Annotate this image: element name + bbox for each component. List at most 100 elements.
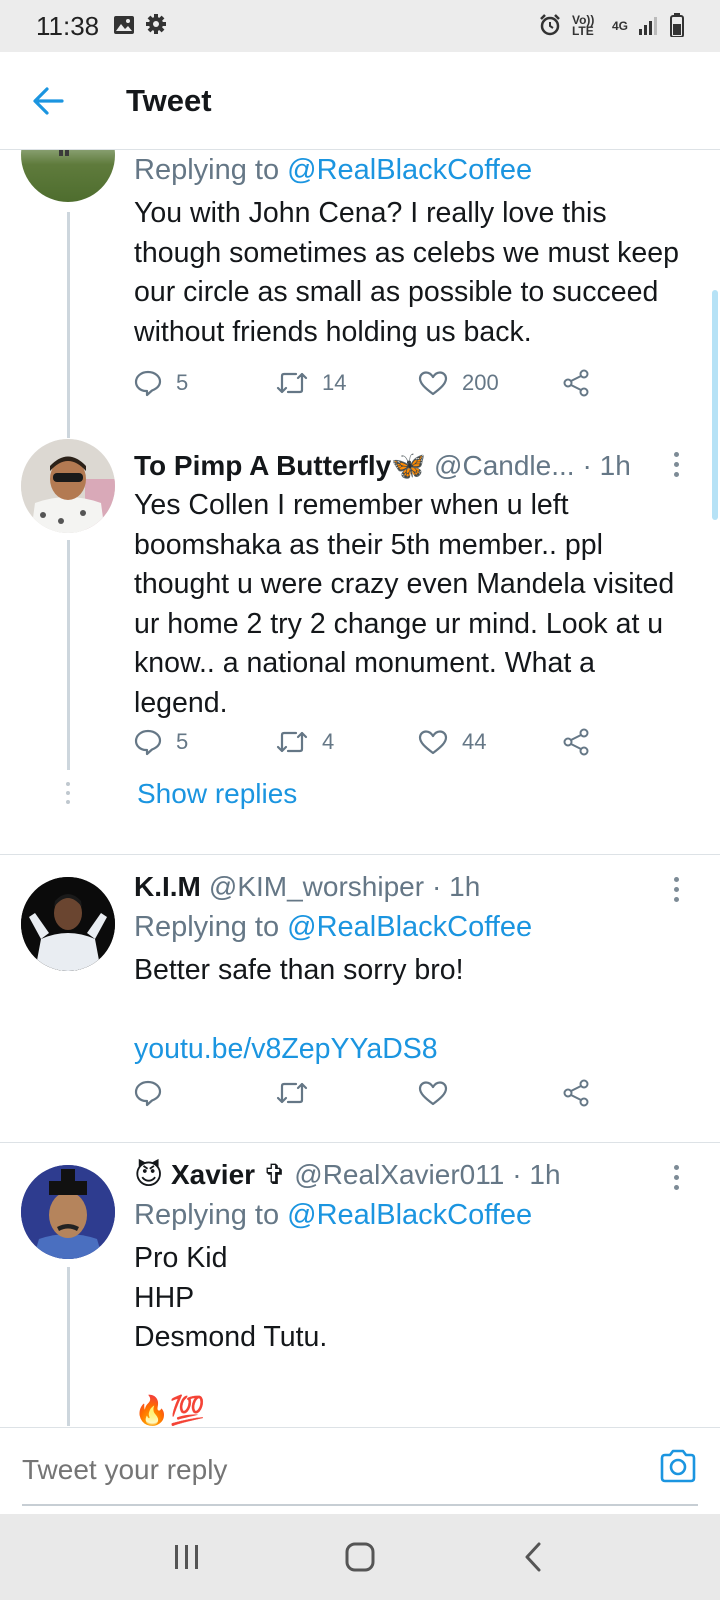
tweet-item[interactable]: K.I.M @KIM_worshiper · 1h Replying to @R…	[0, 855, 720, 1140]
reply-icon	[134, 1080, 162, 1107]
reply-underline	[22, 1504, 698, 1506]
tweet-actions: 5 4 44	[134, 722, 614, 762]
tweet-time: · 1h	[432, 871, 481, 902]
like-count: 44	[462, 729, 487, 754]
gear-icon	[145, 11, 167, 42]
share-button[interactable]	[562, 363, 590, 403]
display-name[interactable]: K.I.M	[134, 867, 201, 907]
app-header: Tweet	[0, 52, 720, 150]
user-handle[interactable]: @Candle...	[434, 446, 575, 486]
tweet-text: Pro Kid HHP Desmond Tutu.	[134, 1242, 328, 1353]
show-replies-link[interactable]: Show replies	[137, 778, 297, 810]
share-icon	[563, 369, 589, 397]
scrollbar[interactable]	[712, 290, 718, 520]
retweet-button[interactable]	[276, 1073, 308, 1113]
reply-button[interactable]	[134, 1073, 162, 1113]
share-icon	[563, 728, 589, 756]
display-name[interactable]: 😈 Xavier ✞	[134, 1155, 286, 1195]
reply-icon	[134, 370, 162, 397]
camera-button[interactable]	[654, 1442, 702, 1490]
reply-count: 5	[176, 370, 189, 395]
back-nav-button[interactable]	[503, 1527, 563, 1587]
reply-button[interactable]: 5	[134, 722, 188, 762]
like-icon	[418, 730, 448, 755]
like-button[interactable]: 44	[418, 722, 486, 762]
replying-to: Replying to @RealBlackCoffee	[134, 911, 533, 943]
tweet-header: K.I.M @KIM_worshiper · 1h	[134, 867, 690, 907]
more-options-button[interactable]	[664, 869, 688, 909]
mention-link[interactable]: @RealBlackCoffee	[287, 154, 532, 186]
gallery-icon	[113, 11, 135, 42]
retweet-button[interactable]: 4	[276, 722, 334, 762]
mention-link[interactable]: @RealBlackCoffee	[287, 1199, 532, 1231]
replying-to: Replying to @RealBlackCoffee	[134, 1199, 533, 1231]
camera-icon	[660, 1449, 696, 1483]
status-time: 11:38	[36, 10, 100, 41]
share-button[interactable]	[562, 722, 590, 762]
home-icon	[345, 1542, 375, 1572]
recents-icon	[174, 1545, 198, 1569]
more-options-button[interactable]	[664, 444, 688, 484]
avatar[interactable]	[21, 877, 115, 971]
retweet-count: 14	[322, 370, 347, 395]
tweet-actions	[134, 1073, 614, 1113]
like-button[interactable]	[418, 1073, 448, 1113]
more-icon	[673, 451, 679, 457]
like-icon	[418, 371, 448, 396]
network-label: 4G	[611, 19, 628, 33]
more-options-button[interactable]	[664, 1157, 688, 1197]
retweet-icon	[276, 1082, 308, 1104]
back-button[interactable]	[0, 52, 100, 150]
tweet-emoji-partial: 🔥💯	[134, 1394, 205, 1427]
share-button[interactable]	[562, 1073, 590, 1113]
like-icon	[418, 1081, 448, 1106]
like-button[interactable]: 200	[418, 363, 499, 403]
thread-line	[67, 212, 70, 430]
like-count: 200	[462, 370, 499, 395]
retweet-count: 4	[322, 729, 335, 754]
user-handle[interactable]: @KIM_worshiper	[209, 867, 424, 907]
reply-input[interactable]	[22, 1428, 662, 1512]
tweet-item[interactable]: Replying to @RealBlackCoffee You with Jo…	[0, 150, 720, 430]
back-icon	[525, 1542, 541, 1572]
replying-to: Replying to @RealBlackCoffee	[134, 154, 533, 186]
avatar[interactable]	[21, 439, 115, 533]
tweet-header: To Pimp A Butterfly🦋 @Candle... · 1h	[134, 446, 690, 486]
retweet-button[interactable]: 14	[276, 363, 346, 403]
battery-icon	[670, 12, 684, 40]
page-title: Tweet	[126, 82, 212, 118]
back-arrow-icon	[33, 86, 64, 115]
mention-link[interactable]: @RealBlackCoffee	[287, 911, 532, 943]
display-name[interactable]: To Pimp A Butterfly🦋	[134, 446, 426, 486]
retweet-icon	[276, 731, 308, 753]
reply-feed[interactable]: Replying to @RealBlackCoffee You with Jo…	[0, 150, 720, 1426]
avatar[interactable]	[21, 1165, 115, 1259]
tweet-text: Better safe than sorry bro!	[134, 954, 464, 986]
tweet-header: 😈 Xavier ✞ @RealXavier011 · 1h	[134, 1155, 690, 1195]
more-icon	[673, 1164, 679, 1170]
thread-line	[67, 1267, 70, 1426]
tweet-link[interactable]: youtu.be/v8ZepYYaDS8	[134, 1029, 690, 1069]
tweet-text: You with John Cena? I really love this t…	[134, 197, 679, 348]
thread-more-dots	[66, 782, 70, 809]
recents-button[interactable]	[157, 1527, 217, 1587]
more-icon	[673, 876, 679, 882]
tweet-item[interactable]: To Pimp A Butterfly🦋 @Candle... · 1h Yes…	[0, 420, 720, 840]
tweet-time: · 1h	[582, 450, 631, 481]
volte-label: Vo)) LTE	[571, 13, 595, 38]
user-handle[interactable]: @RealXavier011	[294, 1155, 504, 1195]
avatar[interactable]	[21, 150, 115, 202]
thread-line	[67, 540, 70, 770]
tweet-time: · 1h	[512, 1159, 561, 1190]
tweet-item[interactable]: 😈 Xavier ✞ @RealXavier011 · 1h Replying …	[0, 1143, 720, 1426]
tweet-actions: 5 14 200	[134, 363, 614, 403]
home-button[interactable]	[330, 1527, 390, 1587]
reply-icon	[134, 729, 162, 756]
reply-button[interactable]: 5	[134, 363, 188, 403]
thread-line	[67, 420, 70, 438]
system-nav-bar	[0, 1514, 720, 1600]
status-bar: 11:38 Vo)) LTE 4G	[0, 0, 720, 52]
alarm-icon	[538, 13, 562, 40]
tweet-text: Yes Collen I remember when u left boomsh…	[134, 489, 675, 719]
retweet-icon	[276, 372, 308, 394]
